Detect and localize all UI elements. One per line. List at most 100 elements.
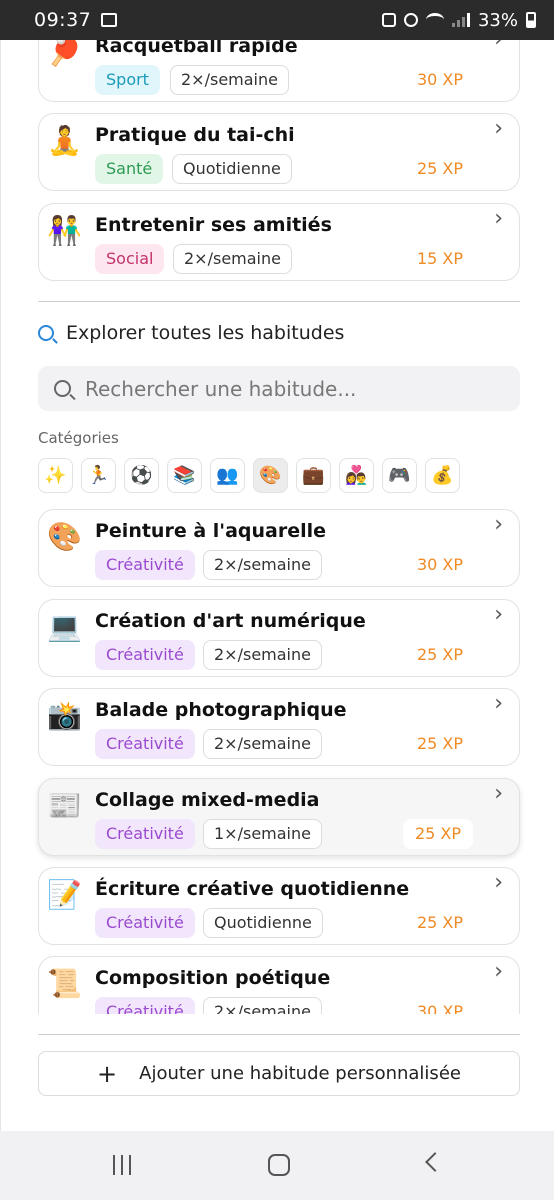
camera-icon: 📸 bbox=[47, 699, 82, 732]
category-creativity-button[interactable]: 🎨 bbox=[253, 458, 288, 493]
xp-value: 25 XP bbox=[416, 645, 463, 664]
category-badge: Créativité bbox=[95, 997, 195, 1014]
status-bar: 09:37 33% bbox=[0, 0, 554, 40]
add-custom-habit-button[interactable]: + Ajouter une habitude personnalisée bbox=[38, 1051, 520, 1096]
chevron-right-icon: › bbox=[494, 959, 503, 984]
xp-value: 15 XP bbox=[416, 249, 463, 268]
category-finance-button[interactable]: 💰 bbox=[425, 458, 460, 493]
xp-value: 30 XP bbox=[416, 70, 463, 89]
habit-card[interactable]: 👫 Entretenir ses amitiés Social 2×/semai… bbox=[38, 203, 520, 281]
xp-value: 25 XP bbox=[416, 159, 463, 178]
habit-title: Composition poétique bbox=[95, 967, 331, 989]
content-scroll-area[interactable]: 🏓 Racquetball rapide Sport 2×/semaine 30… bbox=[0, 40, 554, 1131]
category-learning-button[interactable]: 📚 bbox=[167, 458, 202, 493]
category-badge: Créativité bbox=[95, 640, 195, 670]
category-badge: Créativité bbox=[95, 908, 195, 938]
chevron-right-icon: › bbox=[494, 691, 503, 716]
category-sport-button[interactable]: 🏃 bbox=[81, 458, 116, 493]
gallery-icon bbox=[101, 13, 118, 27]
habit-card[interactable]: 🎨 Peinture à l'aquarelle Créativité 2×/s… bbox=[38, 509, 520, 587]
habit-card[interactable]: 📰 Collage mixed-media Créativité 1×/sema… bbox=[38, 778, 520, 856]
search-box[interactable] bbox=[38, 366, 520, 411]
home-icon[interactable] bbox=[268, 1154, 290, 1176]
category-badge: Sport bbox=[95, 65, 160, 95]
chevron-right-icon: › bbox=[494, 116, 503, 141]
habit-title: Création d'art numérique bbox=[95, 610, 366, 632]
meditation-icon: 🧘 bbox=[47, 124, 82, 157]
habit-card[interactable]: 📸 Balade photographique Créativité 2×/se… bbox=[38, 688, 520, 766]
habit-card[interactable]: 💻 Création d'art numérique Créativité 2×… bbox=[38, 599, 520, 677]
category-ball-button[interactable]: ⚽ bbox=[124, 458, 159, 493]
search-icon bbox=[54, 380, 71, 397]
category-relationships-button[interactable]: 👩‍❤️‍👨 bbox=[339, 458, 374, 493]
frequency-badge: 2×/semaine bbox=[203, 550, 322, 580]
ping-pong-icon: 🏓 bbox=[47, 40, 82, 68]
frequency-badge: Quotidienne bbox=[172, 154, 292, 184]
battery-saver-icon bbox=[381, 13, 396, 27]
xp-value: 30 XP bbox=[416, 1002, 463, 1014]
signal-icon bbox=[451, 13, 470, 27]
scroll-icon: 📜 bbox=[47, 967, 82, 1000]
habit-card[interactable]: 📝 Écriture créative quotidienne Créativi… bbox=[38, 867, 520, 945]
chevron-right-icon: › bbox=[494, 781, 503, 806]
alarm-icon bbox=[403, 13, 418, 27]
habit-title: Collage mixed-media bbox=[95, 789, 320, 811]
habit-card[interactable]: 🏓 Racquetball rapide Sport 2×/semaine 30… bbox=[38, 40, 520, 102]
wifi-icon bbox=[425, 13, 444, 27]
habit-title: Entretenir ses amitiés bbox=[95, 214, 332, 236]
xp-value: 25 XP bbox=[416, 734, 463, 753]
divider bbox=[38, 301, 520, 302]
status-right: 33% bbox=[381, 10, 536, 31]
frequency-badge: 2×/semaine bbox=[203, 997, 322, 1014]
recent-apps-icon[interactable] bbox=[113, 1155, 131, 1175]
xp-value: 25 XP bbox=[416, 913, 463, 932]
search-input[interactable] bbox=[85, 376, 505, 401]
system-navigation-bar bbox=[0, 1131, 554, 1200]
list-clip: 📜 Composition poétique Créativité 2×/sem… bbox=[1, 955, 554, 1014]
frequency-badge: 2×/semaine bbox=[173, 244, 292, 274]
frequency-badge: 2×/semaine bbox=[203, 640, 322, 670]
xp-value: 30 XP bbox=[416, 555, 463, 574]
category-badge: Créativité bbox=[95, 819, 195, 849]
friends-icon: 👫 bbox=[47, 214, 82, 247]
chevron-right-icon: › bbox=[494, 206, 503, 231]
frequency-badge: 2×/semaine bbox=[170, 65, 289, 95]
category-all-button[interactable]: ✨ bbox=[38, 458, 73, 493]
habit-title: Pratique du tai-chi bbox=[95, 124, 295, 146]
divider bbox=[38, 1034, 520, 1035]
search-icon bbox=[38, 325, 54, 341]
habit-title: Balade photographique bbox=[95, 699, 347, 721]
battery-icon bbox=[526, 12, 536, 28]
chevron-right-icon: › bbox=[494, 40, 503, 52]
categories-label: Catégories bbox=[38, 429, 119, 447]
laptop-icon: 💻 bbox=[47, 610, 82, 643]
habit-title: Peinture à l'aquarelle bbox=[95, 520, 327, 542]
explore-heading: Explorer toutes les habitudes bbox=[38, 322, 344, 344]
newspaper-icon: 📰 bbox=[47, 789, 82, 822]
habit-card[interactable]: 📜 Composition poétique Créativité 2×/sem… bbox=[38, 956, 520, 1014]
chevron-right-icon: › bbox=[494, 870, 503, 895]
chevron-right-icon: › bbox=[494, 602, 503, 627]
category-badge: Créativité bbox=[95, 550, 195, 580]
back-icon[interactable] bbox=[425, 1152, 445, 1172]
category-badge: Social bbox=[95, 244, 165, 274]
habit-title: Racquetball rapide bbox=[95, 40, 298, 57]
add-custom-habit-label: Ajouter une habitude personnalisée bbox=[139, 1063, 461, 1084]
frequency-badge: 2×/semaine bbox=[203, 729, 322, 759]
palette-icon: 🎨 bbox=[47, 520, 82, 553]
frequency-badge: Quotidienne bbox=[203, 908, 323, 938]
category-work-button[interactable]: 💼 bbox=[296, 458, 331, 493]
habit-title: Écriture créative quotidienne bbox=[95, 878, 410, 900]
category-filter-row: ✨ 🏃 ⚽ 📚 👥 🎨 💼 👩‍❤️‍👨 🎮 💰 bbox=[38, 458, 460, 493]
category-social-button[interactable]: 👥 bbox=[210, 458, 245, 493]
category-games-button[interactable]: 🎮 bbox=[382, 458, 417, 493]
chevron-right-icon: › bbox=[494, 512, 503, 537]
explore-title: Explorer toutes les habitudes bbox=[66, 322, 345, 344]
frequency-badge: 1×/semaine bbox=[203, 819, 322, 849]
xp-value: 25 XP bbox=[402, 819, 473, 849]
memo-icon: 📝 bbox=[47, 878, 82, 911]
category-badge: Santé bbox=[95, 154, 164, 184]
plus-icon: + bbox=[97, 1059, 118, 1088]
status-time: 09:37 bbox=[34, 9, 92, 31]
habit-card[interactable]: 🧘 Pratique du tai-chi Santé Quotidienne … bbox=[38, 113, 520, 191]
